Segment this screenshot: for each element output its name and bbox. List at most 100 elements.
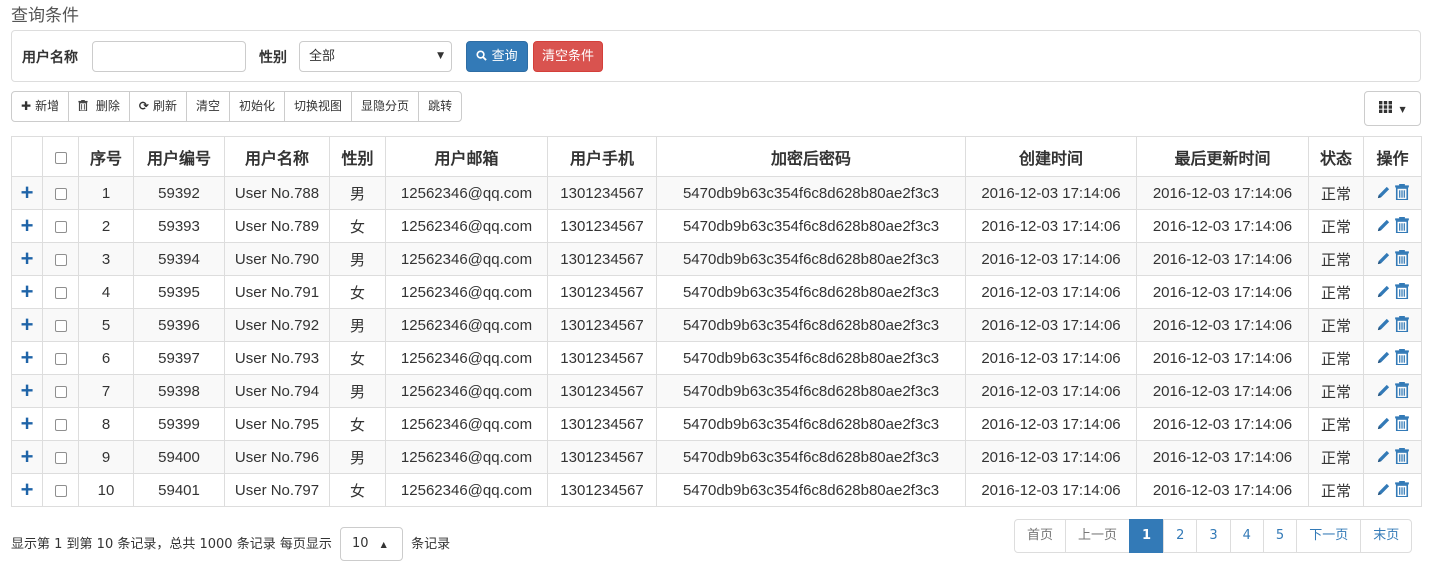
trash-icon[interactable] [1393, 480, 1411, 500]
row-checkbox[interactable] [54, 286, 67, 299]
switch-view-button[interactable]: 切换视图 [284, 91, 353, 122]
expand-plus-icon[interactable]: + [21, 345, 34, 370]
actions-cell [1363, 275, 1422, 309]
pagination-info-suffix: 条记录 [411, 536, 451, 552]
cell-pwd: 5470db9b63c354f6c8d628b80ae2f3c3 [656, 341, 966, 375]
cell-id: 59396 [133, 308, 225, 342]
edit-icon[interactable] [1375, 218, 1393, 236]
delete-button[interactable]: 删除 [68, 91, 130, 122]
page-size-dropdown[interactable]: 10 ▲ [339, 527, 403, 561]
edit-icon[interactable] [1375, 383, 1393, 401]
edit-icon[interactable] [1375, 449, 1393, 467]
trash-icon[interactable] [1393, 216, 1411, 236]
column-header[interactable]: 用户手机 [547, 136, 657, 177]
expand-plus-icon[interactable]: + [21, 444, 34, 469]
refresh-button[interactable]: ⟳ 刷新 [128, 91, 187, 122]
edit-icon[interactable] [1375, 416, 1393, 434]
column-header[interactable]: 性别 [329, 136, 386, 177]
edit-icon[interactable] [1375, 317, 1393, 335]
expand-plus-icon[interactable]: + [21, 213, 34, 238]
columns-toggle-button[interactable]: ▼ [1364, 91, 1421, 126]
column-header[interactable]: 序号 [78, 136, 134, 177]
pagination-item[interactable]: 首页 [1014, 519, 1067, 553]
cell-no: 7 [78, 374, 134, 408]
expand-plus-icon[interactable]: + [21, 378, 34, 403]
column-header[interactable]: 用户名称 [224, 136, 330, 177]
cell-phone: 1301234567 [547, 440, 657, 474]
cell-created: 2016-12-03 17:14:06 [965, 308, 1137, 342]
username-input[interactable] [92, 41, 246, 72]
trash-icon[interactable] [1393, 348, 1411, 368]
trash-icon[interactable] [1393, 249, 1411, 269]
column-header[interactable]: 加密后密码 [656, 136, 966, 177]
expand-plus-icon[interactable]: + [21, 477, 34, 502]
row-select-cell [42, 308, 79, 342]
refresh-icon: ⟳ [138, 99, 149, 113]
trash-icon[interactable] [1393, 282, 1411, 302]
trash-icon[interactable] [1393, 183, 1411, 203]
actions-cell [1363, 440, 1422, 474]
row-checkbox[interactable] [54, 187, 67, 200]
column-header[interactable]: 最后更新时间 [1136, 136, 1309, 177]
search-icon [476, 49, 491, 64]
edit-icon[interactable] [1375, 350, 1393, 368]
toggle-paging-button[interactable]: 显隐分页 [351, 91, 420, 122]
cell-id: 59400 [133, 440, 225, 474]
trash-icon[interactable] [1393, 381, 1411, 401]
pagination-item[interactable]: 2 [1163, 519, 1198, 553]
expand-plus-icon[interactable]: + [21, 180, 34, 205]
expand-plus-icon[interactable]: + [21, 246, 34, 271]
row-checkbox[interactable] [54, 220, 67, 233]
row-checkbox[interactable] [54, 253, 67, 266]
select-all-checkbox[interactable] [54, 151, 67, 164]
init-button[interactable]: 初始化 [229, 91, 286, 122]
trash-icon[interactable] [1393, 315, 1411, 335]
add-button[interactable]: ✚ 新增 [11, 91, 70, 122]
expand-plus-icon[interactable]: + [21, 312, 34, 337]
pagination-item[interactable]: 上一页 [1065, 519, 1131, 553]
expand-plus-icon[interactable]: + [21, 411, 34, 436]
row-checkbox[interactable] [54, 451, 67, 464]
pagination-item[interactable]: 5 [1262, 519, 1298, 553]
pagination-item[interactable]: 下一页 [1296, 519, 1362, 553]
clear-button[interactable]: 清空 [186, 91, 231, 122]
cell-id: 59393 [133, 209, 225, 243]
edit-icon[interactable] [1375, 482, 1393, 500]
gender-select[interactable]: 全部 ▼ [299, 41, 452, 72]
trash-icon[interactable] [1393, 447, 1411, 467]
cell-phone: 1301234567 [547, 407, 657, 441]
expand-cell: + [11, 242, 43, 276]
jump-button[interactable]: 跳转 [418, 91, 463, 122]
cell-email: 12562346@qq.com [385, 209, 548, 243]
cell-no: 9 [78, 440, 134, 474]
cell-id: 59401 [133, 473, 225, 507]
edit-icon[interactable] [1375, 185, 1393, 203]
row-checkbox[interactable] [54, 418, 67, 431]
column-header[interactable]: 状态 [1308, 136, 1364, 177]
expand-plus-icon[interactable]: + [21, 279, 34, 304]
column-header[interactable]: 用户编号 [133, 136, 225, 177]
search-button[interactable]: 查询 [466, 41, 528, 72]
row-checkbox[interactable] [54, 385, 67, 398]
edit-icon[interactable] [1375, 284, 1393, 302]
actions-cell [1363, 407, 1422, 441]
row-checkbox[interactable] [54, 484, 67, 497]
clear-conditions-button[interactable]: 清空条件 [533, 41, 603, 72]
column-header[interactable]: 用户邮箱 [385, 136, 548, 177]
gender-label: 性别 [259, 50, 287, 66]
pagination-item[interactable]: 1 [1129, 519, 1165, 553]
cell-updated: 2016-12-03 17:14:06 [1136, 407, 1309, 441]
pagination-item[interactable]: 末页 [1360, 519, 1413, 553]
cell-status: 正常 [1308, 374, 1364, 408]
cell-gender: 女 [329, 275, 386, 309]
expand-cell: + [11, 440, 43, 474]
cell-status: 正常 [1308, 440, 1364, 474]
row-select-cell [42, 407, 79, 441]
row-checkbox[interactable] [54, 352, 67, 365]
edit-icon[interactable] [1375, 251, 1393, 269]
column-header[interactable]: 创建时间 [965, 136, 1137, 177]
trash-icon[interactable] [1393, 414, 1411, 434]
pagination-item[interactable]: 4 [1229, 519, 1264, 553]
pagination-item[interactable]: 3 [1196, 519, 1231, 553]
row-checkbox[interactable] [54, 319, 67, 332]
